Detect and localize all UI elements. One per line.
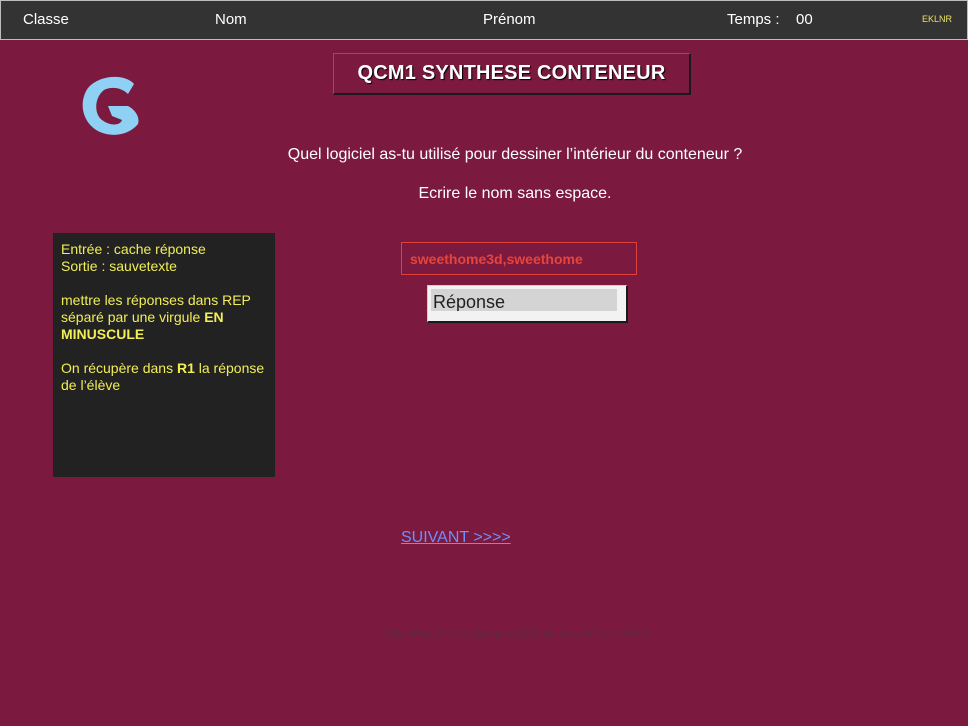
- temps-value: 00: [796, 11, 813, 28]
- temps-label: Temps :: [727, 11, 780, 28]
- notes-io: Entrée : cache réponse Sortie : sauvetex…: [61, 241, 267, 275]
- next-link[interactable]: SUIVANT >>>>: [401, 529, 511, 547]
- notes-result-start: On récupère dans: [61, 360, 177, 376]
- classe-label: Classe: [23, 11, 69, 28]
- answer-key-box: sweethome3d,sweethome: [401, 242, 637, 275]
- prenom-label: Prénom: [483, 11, 536, 28]
- notes-input-line: Entrée : cache réponse: [61, 241, 206, 257]
- nom-label: Nom: [215, 11, 247, 28]
- answer-field[interactable]: [427, 285, 628, 323]
- notes-output-line: Sortie : sauvetexte: [61, 258, 177, 274]
- no-back-warning: Attention il n'est pas possible de reven…: [385, 626, 651, 640]
- g-logo-icon: [80, 74, 142, 138]
- notes-answers: mettre les réponses dans REP séparé par …: [61, 292, 267, 343]
- question-text: Quel logiciel as-tu utilisé pour dessine…: [287, 146, 743, 163]
- notes-result-var: R1: [176, 360, 195, 376]
- answer-input[interactable]: [431, 289, 617, 311]
- page-title: QCM1 SYNTHESE CONTENEUR: [333, 53, 691, 95]
- notes-result: On récupère dans R1 la réponse de l’élèv…: [61, 360, 267, 394]
- session-code: EKLNR: [922, 14, 953, 24]
- top-bar: Classe Nom Prénom Temps : 00 EKLNR: [0, 0, 968, 40]
- teacher-notes-panel: Entrée : cache réponse Sortie : sauvetex…: [53, 233, 275, 477]
- instruction-text: Ecrire le nom sans espace.: [418, 185, 612, 202]
